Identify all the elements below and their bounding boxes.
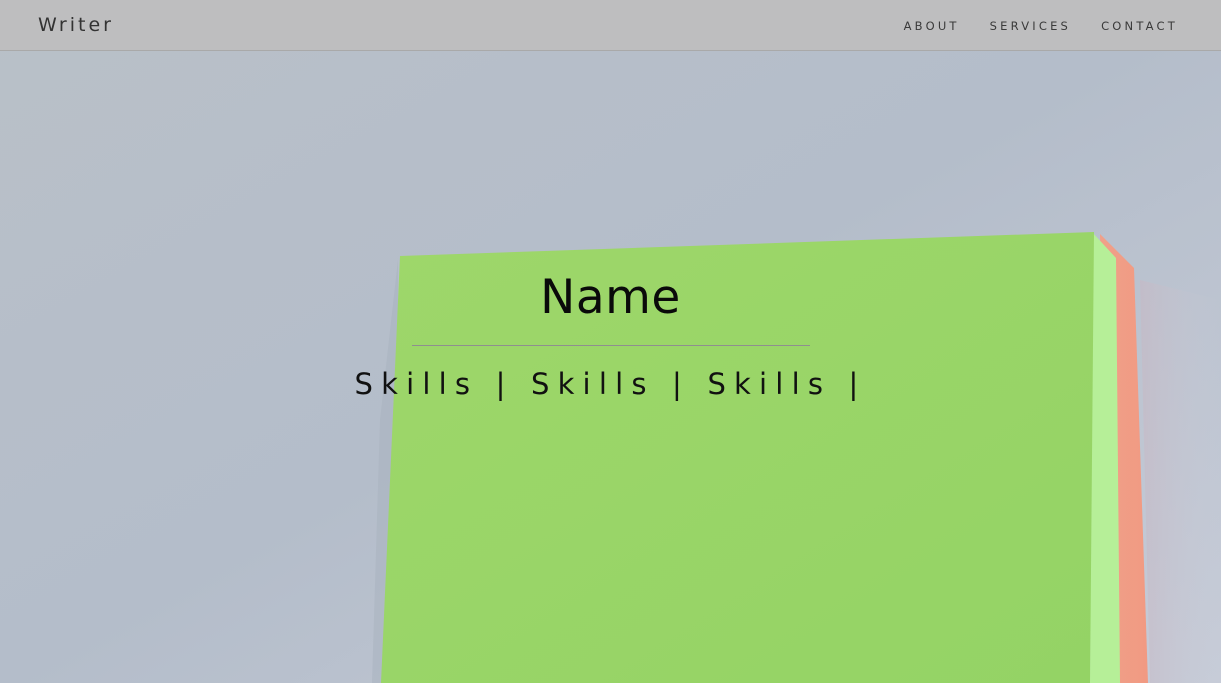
nav-menu: ABOUT SERVICES CONTACT [874,19,1178,33]
brand-logo-link[interactable]: Writer [38,14,114,36]
nav-item-contact: CONTACT [1101,19,1178,33]
top-navbar: Writer ABOUT SERVICES CONTACT [0,0,1221,51]
hero-divider [411,345,810,346]
hero-skills-text: Skills | Skills | Skills | [354,367,867,401]
hero-name-heading: Name [540,270,681,325]
hero-header: Name Skills | Skills | Skills | [0,268,1221,403]
nav-link-about[interactable]: ABOUT [904,19,960,33]
nav-item-services: SERVICES [990,19,1071,33]
nav-item-about: ABOUT [904,19,960,33]
nav-link-contact[interactable]: CONTACT [1101,19,1178,33]
page: Writer ABOUT SERVICES CONTACT Name Skill… [0,0,1221,683]
nav-link-services[interactable]: SERVICES [990,19,1071,33]
